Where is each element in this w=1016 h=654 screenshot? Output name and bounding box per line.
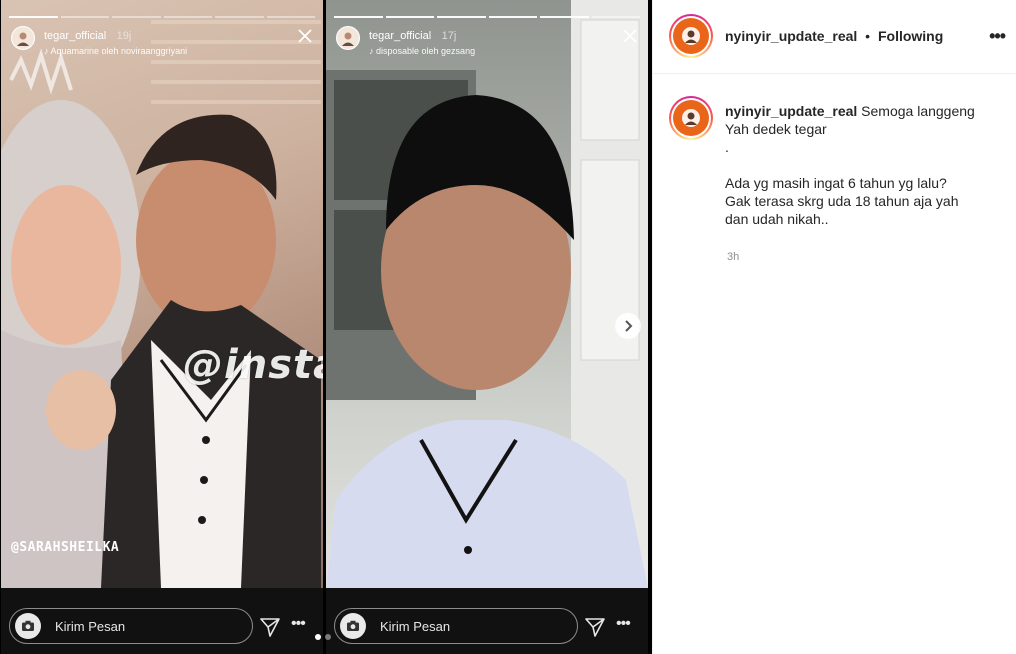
story-progress-2 bbox=[334, 16, 640, 18]
post-author-username[interactable]: nyinyir_update_real bbox=[725, 28, 857, 44]
story-header-2: tegar_official 17j ♪ disposable oleh gez… bbox=[336, 26, 475, 56]
story-username[interactable]: tegar_official bbox=[44, 30, 106, 42]
story-progress-1 bbox=[9, 16, 315, 18]
camera-icon[interactable] bbox=[340, 613, 366, 639]
user-avatar-icon bbox=[17, 32, 29, 46]
post-caption: nyinyir_update_real Semoga langgeng Yah … bbox=[725, 102, 1005, 228]
separator-dot: • bbox=[865, 28, 871, 44]
caption-username[interactable]: nyinyir_update_real bbox=[725, 103, 857, 119]
story-photo-1 bbox=[1, 0, 323, 588]
more-options-icon[interactable]: ••• bbox=[291, 615, 306, 633]
send-icon[interactable] bbox=[584, 616, 606, 638]
carousel-dots bbox=[315, 634, 331, 640]
next-arrow-button[interactable] bbox=[615, 313, 641, 339]
story-header-1: tegar_official 19j ♪ Aquamarine oleh nov… bbox=[11, 26, 187, 56]
caption-line: Yah dedek tegar bbox=[725, 121, 827, 137]
following-button[interactable]: Following bbox=[878, 28, 943, 44]
photo-credit: @SARAHSHEILKA bbox=[11, 540, 120, 555]
caption-line: dan udah nikah.. bbox=[725, 211, 829, 227]
story-photo-2 bbox=[326, 0, 648, 588]
message-input[interactable]: Kirim Pesan bbox=[9, 608, 253, 644]
avatar-logo-icon bbox=[682, 109, 700, 127]
message-placeholder: Kirim Pesan bbox=[380, 618, 451, 634]
post-header: nyinyir_update_real • Following ••• bbox=[653, 0, 1016, 74]
post-side-panel: nyinyir_update_real • Following ••• nyin… bbox=[652, 0, 1016, 654]
selfie-photo-illustration bbox=[326, 0, 648, 588]
send-icon[interactable] bbox=[259, 616, 281, 638]
story-avatar[interactable] bbox=[11, 26, 35, 50]
more-options-icon[interactable]: ••• bbox=[616, 615, 631, 633]
story-music-label[interactable]: ♪ disposable oleh gezsang bbox=[369, 46, 475, 56]
carousel-dot[interactable] bbox=[325, 634, 331, 640]
avatar-logo-icon bbox=[682, 27, 700, 45]
post-author-avatar[interactable] bbox=[669, 14, 713, 58]
caption-author-avatar[interactable] bbox=[669, 96, 713, 140]
caption-line: Ada yg masih ingat 6 tahun yg lalu? bbox=[725, 175, 947, 191]
story-music-label[interactable]: ♪ Aquamarine oleh noviraanggriyani bbox=[44, 46, 187, 56]
user-avatar-icon bbox=[342, 32, 354, 46]
more-options-icon[interactable]: ••• bbox=[989, 26, 1006, 47]
message-placeholder: Kirim Pesan bbox=[55, 618, 126, 634]
carousel-dot[interactable] bbox=[315, 634, 321, 640]
couple-photo-illustration bbox=[1, 20, 321, 588]
post-media: tegar_official 19j ♪ Aquamarine oleh nov… bbox=[0, 0, 652, 654]
post-time[interactable]: 3h bbox=[727, 251, 739, 263]
camera-icon[interactable] bbox=[15, 613, 41, 639]
watermark-text: @insta.nyinyir bbox=[183, 342, 323, 388]
message-input[interactable]: Kirim Pesan bbox=[334, 608, 578, 644]
caption-blank-line bbox=[725, 156, 1005, 174]
story-reply-bar-1: Kirim Pesan ••• bbox=[1, 588, 323, 654]
story-frame-1: tegar_official 19j ♪ Aquamarine oleh nov… bbox=[1, 0, 323, 654]
chevron-right-icon bbox=[625, 320, 633, 332]
story-time: 19j bbox=[116, 30, 132, 42]
caption-line: . bbox=[725, 139, 729, 155]
story-time: 17j bbox=[441, 30, 457, 42]
story-reply-bar-2: Kirim Pesan ••• bbox=[326, 588, 648, 654]
story-avatar[interactable] bbox=[336, 26, 360, 50]
caption-line: Gak terasa skrg uda 18 tahun aja yah bbox=[725, 193, 959, 209]
close-icon[interactable] bbox=[297, 28, 313, 44]
caption-line: Semoga langgeng bbox=[861, 103, 975, 119]
story-frame-2: tegar_official 17j ♪ disposable oleh gez… bbox=[326, 0, 648, 654]
story-username[interactable]: tegar_official bbox=[369, 30, 431, 42]
post-header-line: nyinyir_update_real • Following bbox=[725, 28, 943, 44]
close-icon[interactable] bbox=[622, 28, 638, 44]
instagram-post-modal: tegar_official 19j ♪ Aquamarine oleh nov… bbox=[0, 0, 1016, 654]
